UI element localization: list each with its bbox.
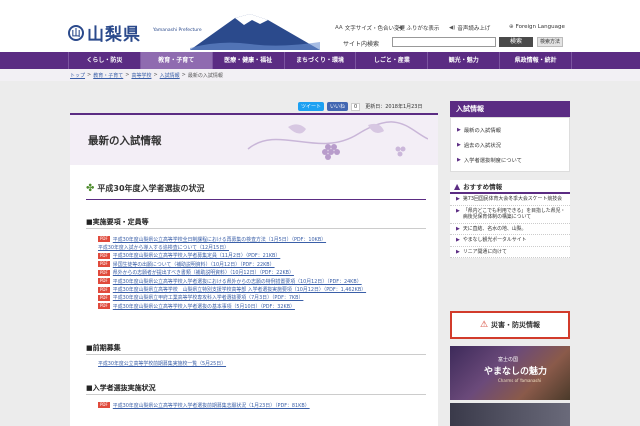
breadcrumb-current: 最新の入試情報 (187, 73, 223, 79)
pdf-icon: PDF (98, 236, 110, 243)
pdf-icon: PDF (98, 261, 110, 268)
sidebar-links: ▶ 最新の入試情報 ▶ 過去の入試状況 ▶ 入学者選抜制度について (450, 117, 570, 172)
list-item[interactable]: PDF 平成30年度山梨県公立高等学校入学者募集定員（11月2日）（PDF：21K… (98, 252, 366, 260)
chevron-right-icon: ▶ (457, 141, 461, 148)
section-title: ✤ 平成30年度入学者選抜の状況 (86, 183, 205, 194)
nav-item-tourism[interactable]: 観光・魅力 (427, 52, 499, 69)
foreign-language-link[interactable]: ⊕ Foreign Language (509, 24, 565, 30)
search-label: サイト内検索 (343, 41, 380, 48)
nav-item-government[interactable]: 県政情報・統計 (499, 52, 573, 69)
heading-requirements: ■実施要項・定員等 (86, 218, 149, 226)
yamanashi-charm-banner[interactable]: 富士の国 やまなしの魅力 Charms of Yamanashi (450, 346, 570, 400)
nav-item-community[interactable]: まちづくり・環境 (283, 52, 356, 69)
tweet-button[interactable]: ツイート (298, 102, 325, 111)
chevron-right-icon: ▶ (456, 248, 460, 255)
logo-text: 山梨県 (87, 25, 141, 45)
list-item[interactable]: PDF 平成30年度山梨県公立高等学校入学者選抜前期募集志願状況（1月23日）（P… (98, 401, 310, 409)
sidebar-item-system[interactable]: ▶ 入学者選抜制度について (451, 152, 569, 167)
nav-item-education[interactable]: 教育・子育て (139, 52, 212, 69)
pdf-icon: PDF (98, 303, 110, 310)
list-item[interactable]: PDF 県外からの志願者が提出すべき書類（補助説明資料）（10月12日）（PDF：… (98, 269, 366, 277)
list-item[interactable]: PDF 平成30年度山梨県公立高等学校入学者選抜における県外からの志願の特例措置要… (98, 277, 366, 285)
breadcrumb: トップ > 教育・子育て > 高等学校 > 入試情報 > 最新の入試情報 (70, 72, 223, 79)
page-title-box: 最新の入試情報 (70, 113, 438, 165)
section-divider (86, 199, 426, 200)
breadcrumb-exam-info[interactable]: 入試情報 (160, 72, 180, 79)
text-size-icon: AA (335, 25, 343, 31)
disaster-info-button[interactable]: ⚠ 災害・防災情報 (450, 311, 570, 339)
list-item[interactable]: PDF 帰国生徒等の出願について（補助説明資料）（10月12日）（PDF：22KB… (98, 260, 366, 268)
prefecture-emblem-icon: 山 (68, 24, 84, 41)
recommended-item[interactable]: ▶ 「県内どこでも利用できる」を目指した県児・病後児保育体制の構築について (450, 206, 570, 224)
mountain-icon: ▲ (454, 181, 461, 191)
list-item[interactable]: PDF 平成30年度山梨県立甲府工業高等学校専攻科入学者選抜要項（7月3日）（PD… (98, 294, 366, 302)
site-header: 山 山梨県 Yamanashi Prefecture AA 文字サイズ・色合い変… (0, 0, 640, 52)
mount-fuji-illustration (190, 14, 320, 50)
recommended-item[interactable]: ▶ やまなし観光ポータルサイト (450, 235, 570, 247)
pdf-icon: PDF (98, 402, 110, 409)
speaker-icon: ◀) (398, 25, 405, 31)
pdf-icon: PDF (98, 252, 110, 259)
sidebar-item-latest[interactable]: ▶ 最新の入試情報 (451, 122, 569, 137)
text-size-link[interactable]: AA 文字サイズ・色合い変更 (335, 24, 405, 32)
search-input[interactable] (392, 37, 496, 47)
chevron-right-icon: ▶ (456, 237, 460, 243)
speaker-icon: ◀) (449, 25, 456, 31)
recommended-item[interactable]: ▶ 天に直結、名水の地、山梨。 (450, 224, 570, 235)
list-item[interactable]: 平成30年度入試から導入する追検査について（12月15日） (98, 243, 366, 251)
sidebar-title: 入試情報 (450, 101, 570, 117)
nav-item-work[interactable]: しごと・産業 (355, 52, 427, 69)
breadcrumb-education[interactable]: 教育・子育て (93, 72, 123, 79)
page-title: 最新の入試情報 (88, 135, 162, 147)
list-item[interactable]: 平成30年度公立高等学校前期募集実施校一覧（5月25日） (98, 360, 226, 367)
main-content: ✤ 平成30年度入学者選抜の状況 ■実施要項・定員等 PDF 平成30年度山梨県公… (70, 165, 438, 426)
breadcrumb-high-school[interactable]: 高等学校 (131, 72, 151, 79)
globe-icon: ⊕ (509, 24, 514, 30)
warning-icon: ⚠ (479, 320, 489, 330)
chevron-right-icon: ▶ (457, 126, 461, 133)
secondary-banner[interactable] (450, 403, 570, 426)
list-item[interactable]: PDF 平成30年度山梨県立高等学校 山梨県立特別支援学校高等部 入学者選抜実施要… (98, 285, 366, 293)
global-nav: くらし・防災 教育・子育て 医療・健康・福祉 まちづくり・環境 しごと・産業 観… (0, 52, 640, 69)
share-bar: ツイート いいね 0 更新日：2018年1月23日 (298, 102, 423, 111)
updated-date: 更新日：2018年1月23日 (365, 104, 423, 110)
like-count: 0 (351, 102, 361, 111)
list-item[interactable]: PDF 平成30年度山梨県公立高等学校全日制課程における再募集の検査方法（1月5日… (98, 235, 366, 243)
furigana-link[interactable]: ◀) ふりがな表示 (398, 24, 439, 32)
chevron-right-icon: ▶ (457, 156, 461, 163)
search-method-button[interactable]: 検索方法 (537, 37, 563, 47)
nav-item-health[interactable]: 医療・健康・福祉 (211, 52, 284, 69)
pdf-icon: PDF (98, 278, 110, 285)
recommended-item[interactable]: ▶ リニア開通に向けて (450, 247, 570, 258)
chevron-right-icon: ▶ (456, 225, 460, 232)
heading-selection-status: ■入学者選抜実施状況 (86, 384, 156, 392)
list-item[interactable]: PDF 平成30年度山梨県公立高等学校入学者選抜の基本事項（5月10日）（PDF：… (98, 302, 366, 310)
sidebar-item-past[interactable]: ▶ 過去の入試状況 (451, 137, 569, 152)
breadcrumb-top[interactable]: トップ (70, 72, 85, 79)
like-button[interactable]: いいね (327, 102, 349, 111)
clover-icon: ✤ (86, 183, 95, 194)
read-aloud-link[interactable]: ◀) 音声読み上げ (449, 24, 490, 32)
pdf-icon: PDF (98, 294, 110, 301)
heading-early-recruitment: ■前期募集 (86, 344, 121, 352)
pdf-icon: PDF (98, 269, 110, 276)
requirements-list: PDF 平成30年度山梨県公立高等学校全日制課程における再募集の検査方法（1月5日… (98, 235, 366, 311)
selection-status-list: PDF 平成30年度山梨県公立高等学校入学者選抜前期募集志願状況（1月23日）（P… (98, 401, 310, 409)
recommended-item[interactable]: ▶ 第73回国民体育大会冬季大会スケート競技会 (450, 194, 570, 206)
grape-vine-decoration (247, 121, 428, 160)
site-logo[interactable]: 山 山梨県 (68, 20, 141, 45)
nav-item-living[interactable]: くらし・防災 (68, 52, 140, 69)
chevron-right-icon: ▶ (456, 207, 460, 214)
chevron-right-icon: ▶ (456, 196, 460, 202)
search-button[interactable]: 検索 (499, 37, 533, 47)
pdf-icon: PDF (98, 286, 110, 293)
recommended-heading: ▲ おすすめ情報 (450, 180, 570, 194)
recommended-list: ▶ 第73回国民体育大会冬季大会スケート競技会 ▶ 「県内どこでも利用できる」を目指… (450, 194, 570, 258)
